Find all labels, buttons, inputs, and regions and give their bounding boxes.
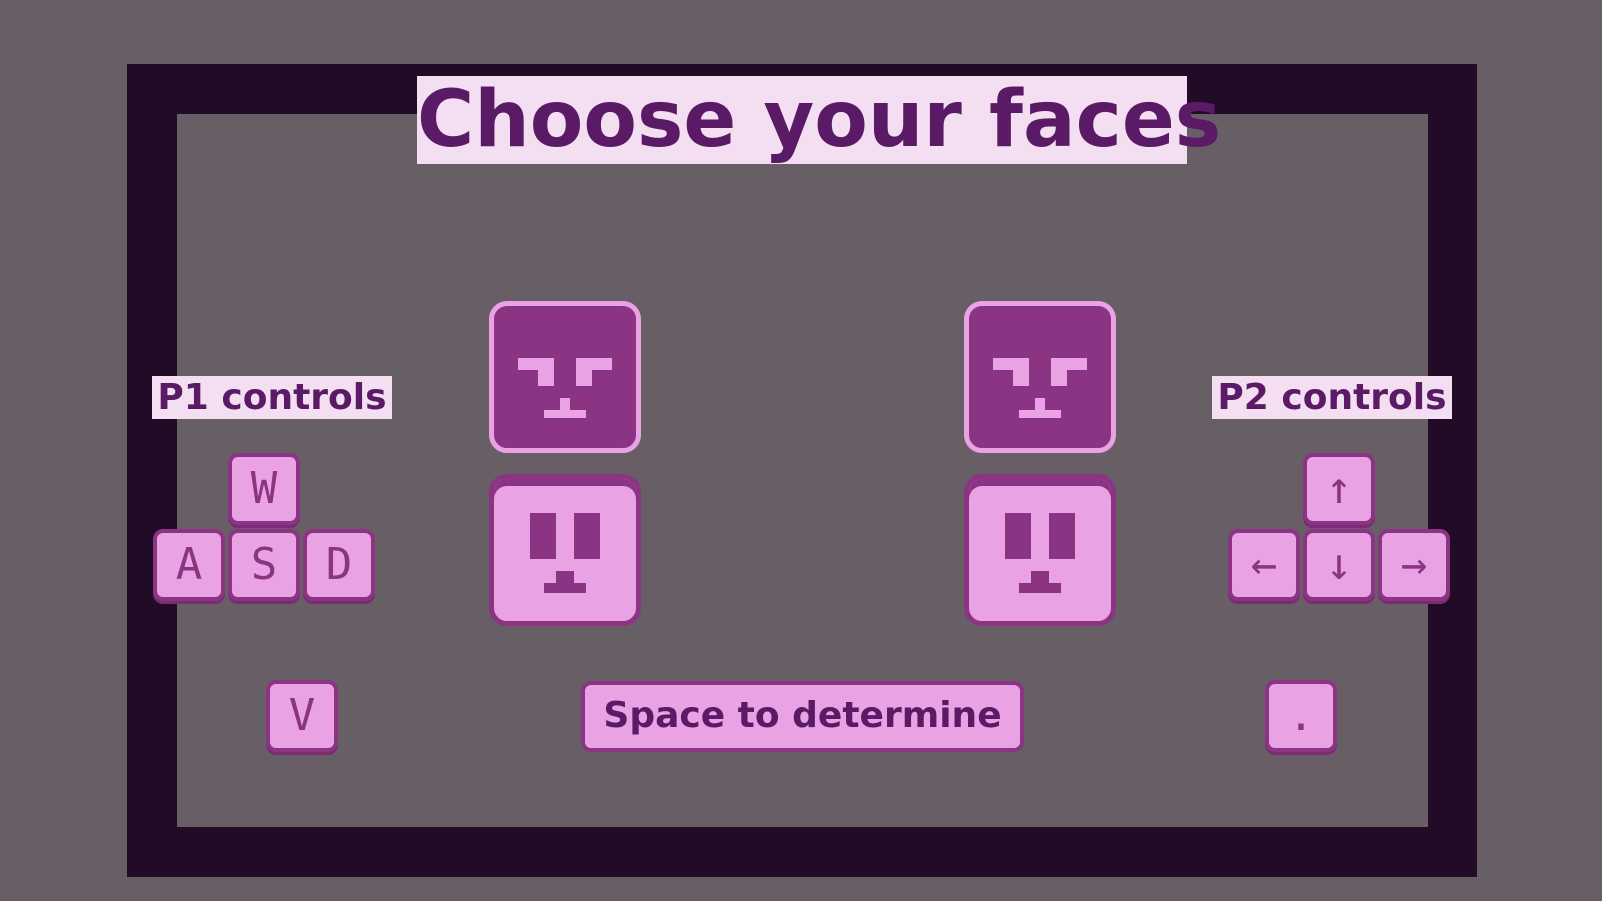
page-title: Choose your faces <box>417 75 1222 165</box>
game-screen: Choose your faces P1 controls W A S D V <box>0 0 1602 901</box>
p2-key-right: → <box>1378 529 1450 601</box>
angry-face-icon <box>993 358 1087 418</box>
p2-controls-label: P2 controls <box>1212 376 1452 419</box>
p2-face-top[interactable] <box>964 301 1116 453</box>
p1-key-down: S <box>228 529 300 601</box>
p2-key-action: . <box>1265 680 1337 752</box>
space-to-determine-button[interactable]: Space to determine <box>581 681 1024 752</box>
neutral-face-icon <box>1005 513 1075 593</box>
neutral-face-icon <box>530 513 600 593</box>
p1-key-right: D <box>303 529 375 601</box>
p1-face-top[interactable] <box>489 301 641 453</box>
p2-key-up: ↑ <box>1303 453 1375 525</box>
p2-face-bottom[interactable] <box>964 474 1116 626</box>
p1-controls-label: P1 controls <box>152 376 392 419</box>
p1-key-up: W <box>228 453 300 525</box>
p2-key-left: ← <box>1228 529 1300 601</box>
p1-face-bottom[interactable] <box>489 474 641 626</box>
angry-face-icon <box>518 358 612 418</box>
p1-key-left: A <box>153 529 225 601</box>
p1-key-action: V <box>266 680 338 752</box>
p2-key-down: ↓ <box>1303 529 1375 601</box>
